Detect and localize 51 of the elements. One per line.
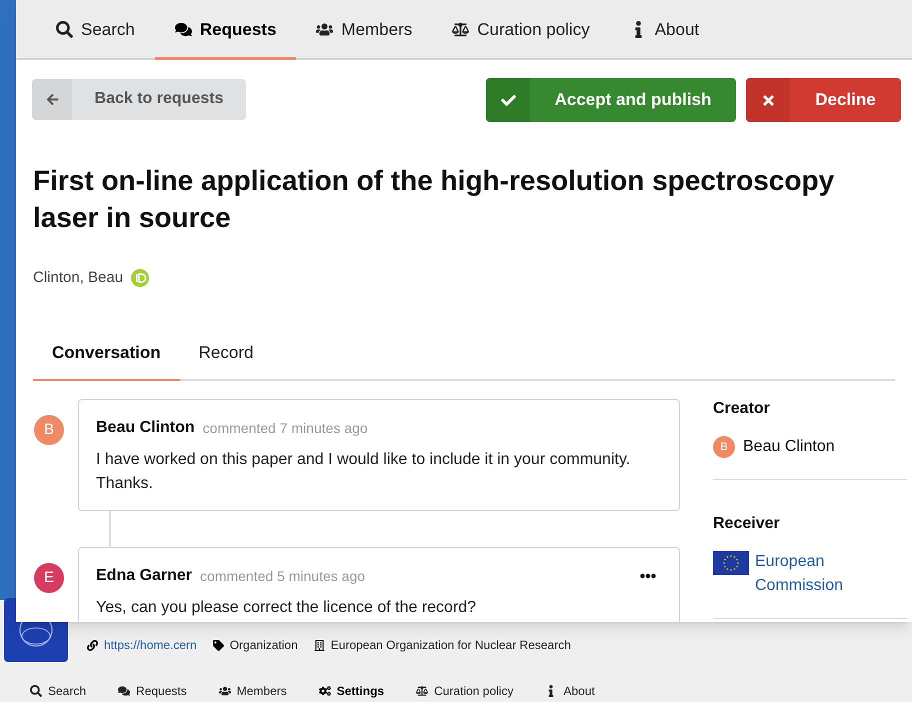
decline-button[interactable]: Decline (746, 78, 901, 122)
building-icon (314, 640, 325, 650)
comment-author: Beau Clinton (96, 418, 195, 438)
scales-icon (452, 21, 470, 38)
avatar: E (34, 563, 64, 593)
sidebar-heading: Creator (713, 399, 771, 419)
nav-tab[interactable]: Requests (154, 2, 296, 60)
tab[interactable]: Record (180, 340, 272, 381)
back-button[interactable]: Back to requests (32, 78, 246, 120)
search-icon (30, 685, 42, 697)
comment-text: Yes, can you please correct the licence of the record? (96, 598, 478, 618)
close-icon (760, 92, 776, 108)
avatar: B (34, 415, 64, 445)
nav-tab[interactable]: About (529, 682, 611, 700)
speech-bubbles-icon (118, 685, 130, 697)
people-icon (316, 21, 334, 38)
comment-text: I have worked on this paper and I would like to include it in your community. Thanks. (96, 450, 632, 494)
avatar: B (713, 436, 735, 458)
scales-icon (416, 685, 428, 697)
info-text: European Organization for Nuclear Research (330, 637, 571, 654)
gears-icon (318, 685, 331, 697)
tag-icon (212, 640, 224, 650)
nav-tab[interactable]: Requests (102, 682, 203, 700)
website-link[interactable]: https://home.cern (104, 636, 197, 654)
search-icon (56, 21, 73, 38)
record-title: First on-line application of the high-resolution spectroscopy laser in source (32, 164, 836, 235)
nav-tab[interactable]: Curation policy (400, 682, 530, 700)
arrow-left-icon (46, 92, 58, 106)
tab[interactable]: Conversation (33, 340, 180, 381)
author-name: Clinton, Beau (33, 268, 124, 288)
check-icon (500, 92, 516, 108)
speech-bubbles-icon (174, 21, 192, 38)
comment-time: commented 5 minutes ago (200, 566, 366, 586)
link-icon (87, 640, 98, 650)
accept-button[interactable]: Accept and publish (486, 78, 736, 122)
comment-author: Edna Garner (96, 566, 192, 586)
id-badge-icon (131, 269, 150, 288)
nav-tab[interactable]: Search (14, 682, 102, 700)
comment-time: commented 7 minutes ago (202, 418, 368, 438)
nav-tab[interactable]: Curation policy (432, 2, 610, 60)
nav-tab[interactable]: Members (202, 682, 303, 700)
nav-tab[interactable]: About (610, 2, 720, 60)
flag-icon (713, 551, 749, 575)
nav-tab[interactable]: Settings (302, 682, 400, 700)
sidebar-heading: Receiver (713, 514, 781, 534)
nav-tab[interactable]: Members (296, 2, 432, 60)
creator-name: Beau Clinton (743, 437, 835, 457)
receiver-link[interactable]: European Commission (755, 550, 875, 598)
people-icon (218, 685, 231, 697)
nav-tab[interactable]: Search (36, 2, 155, 60)
info-text: Organization (230, 637, 298, 654)
